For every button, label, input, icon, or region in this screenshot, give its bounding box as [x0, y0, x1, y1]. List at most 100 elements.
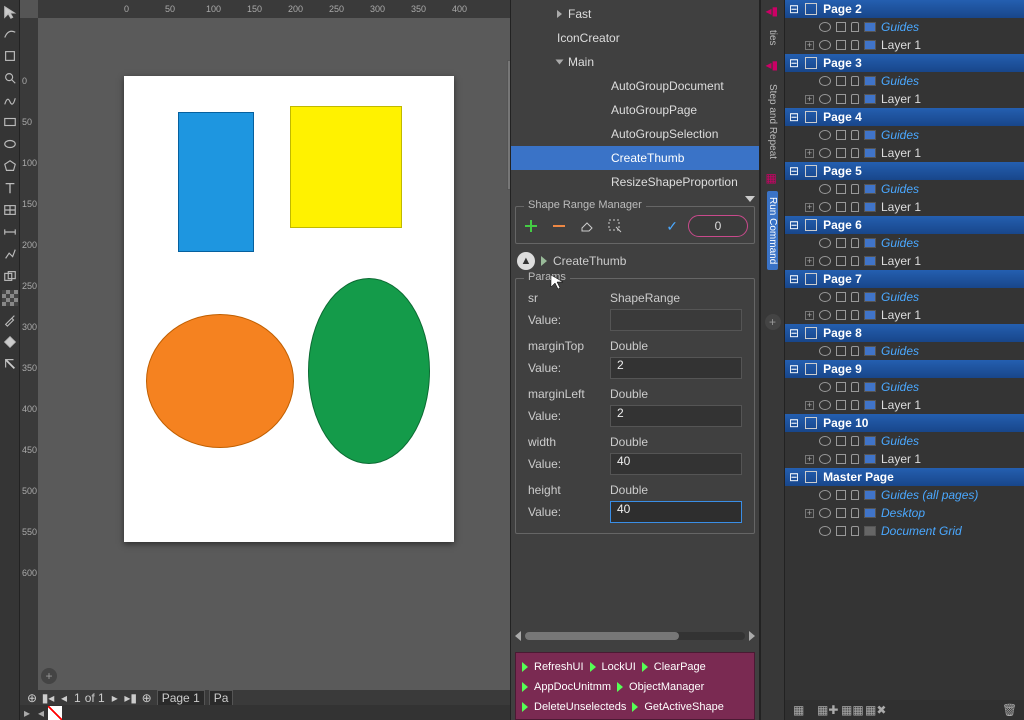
- layer-row[interactable]: +Layer 1: [785, 144, 1024, 162]
- add-page-icon[interactable]: ⊕: [26, 692, 38, 704]
- layer-row[interactable]: Guides: [785, 432, 1024, 450]
- layer-row[interactable]: +Layer 1: [785, 252, 1024, 270]
- prn-icon[interactable]: [836, 40, 846, 50]
- eye-icon[interactable]: [819, 400, 831, 410]
- eye-icon[interactable]: [819, 40, 831, 50]
- layer-color-swatch[interactable]: [864, 454, 876, 464]
- layer-row[interactable]: + Layer 1: [785, 90, 1024, 108]
- tree-item-main[interactable]: Main: [511, 50, 759, 74]
- srm-add-icon[interactable]: [522, 217, 540, 235]
- layer-name[interactable]: Guides: [881, 20, 919, 34]
- tree-item-fast[interactable]: Fast: [511, 2, 759, 26]
- new-master-layer-all-icon[interactable]: ▦▦: [841, 703, 855, 717]
- layer-color-swatch[interactable]: [864, 490, 876, 500]
- layer-color-swatch[interactable]: [864, 382, 876, 392]
- expand-layer-icon[interactable]: +: [805, 203, 814, 212]
- layer-name[interactable]: Layer 1: [881, 146, 921, 160]
- page-header-page-3[interactable]: ⊟Page 3: [785, 54, 1024, 72]
- collapse-icon[interactable]: ⊟: [789, 218, 799, 232]
- layer-name[interactable]: Guides (all pages): [881, 488, 978, 502]
- macro-play-icon[interactable]: [522, 682, 528, 692]
- collapse-icon[interactable]: ⊟: [789, 326, 799, 340]
- layer-row[interactable]: +Layer 1: [785, 306, 1024, 324]
- eye-icon[interactable]: [819, 256, 831, 266]
- eye-icon[interactable]: [819, 184, 831, 194]
- eye-icon[interactable]: [819, 454, 831, 464]
- layer-name[interactable]: Layer 1: [881, 92, 921, 106]
- collapse-icon[interactable]: ⊟: [789, 56, 799, 70]
- layer-name[interactable]: Guides: [881, 290, 919, 304]
- prn-icon[interactable]: [836, 202, 846, 212]
- lock-icon[interactable]: [851, 436, 859, 446]
- crop-tool-icon[interactable]: [2, 48, 18, 64]
- lock-icon[interactable]: [851, 490, 859, 500]
- macro-play-icon[interactable]: [590, 662, 596, 672]
- layer-color-swatch[interactable]: [864, 148, 876, 158]
- shape-rect-blue[interactable]: [178, 112, 254, 252]
- layer-row[interactable]: +Layer 1: [785, 36, 1024, 54]
- layer-color-swatch[interactable]: [864, 238, 876, 248]
- eye-icon[interactable]: [819, 436, 831, 446]
- current-page-tab[interactable]: Page 1: [157, 690, 205, 706]
- prn-icon[interactable]: [836, 508, 846, 518]
- layer-color-swatch[interactable]: [864, 436, 876, 446]
- tree-item-autogrouppage[interactable]: AutoGroupPage: [511, 98, 759, 122]
- collapse-icon[interactable]: ⊟: [789, 362, 799, 376]
- expand-layer-icon[interactable]: +: [805, 95, 814, 104]
- lock-icon[interactable]: [851, 310, 859, 320]
- expand-layer-icon[interactable]: +: [805, 311, 814, 320]
- tree-item-autogroupdocument[interactable]: AutoGroupDocument: [511, 74, 759, 98]
- layer-color-swatch[interactable]: [864, 310, 876, 320]
- page-header-page-7[interactable]: ⊟Page 7: [785, 270, 1024, 288]
- prn-icon[interactable]: [836, 346, 846, 356]
- tree-item-createthumb[interactable]: CreateThumb: [511, 146, 759, 170]
- document-page[interactable]: [124, 76, 454, 542]
- prn-icon[interactable]: [836, 184, 846, 194]
- layer-row[interactable]: Guides: [785, 126, 1024, 144]
- add-docker-tab-button[interactable]: +: [765, 314, 781, 330]
- lock-icon[interactable]: [851, 238, 859, 248]
- macro-deleteunselecteds[interactable]: DeleteUnselecteds: [534, 701, 626, 713]
- layer-color-swatch[interactable]: [864, 526, 876, 536]
- layer-name[interactable]: Guides: [881, 434, 919, 448]
- layer-row[interactable]: Guides: [785, 288, 1024, 306]
- add-page-after-icon[interactable]: ⊕: [141, 692, 153, 704]
- rectangle-tool-icon[interactable]: [2, 114, 18, 130]
- eye-icon[interactable]: [819, 22, 831, 32]
- eye-icon[interactable]: [819, 382, 831, 392]
- eye-icon[interactable]: [819, 292, 831, 302]
- prn-icon[interactable]: [836, 400, 846, 410]
- last-page-icon[interactable]: ▸▮: [125, 692, 137, 704]
- docker-icon[interactable]: ▦: [766, 171, 780, 185]
- expand-layer-icon[interactable]: +: [805, 41, 814, 50]
- layer-row[interactable]: +Desktop: [785, 504, 1024, 522]
- ruler-horizontal[interactable]: 050100150200250300350400: [38, 0, 510, 18]
- freehand-tool-icon[interactable]: [2, 92, 18, 108]
- no-color-swatch[interactable]: [48, 706, 62, 720]
- expand-icon[interactable]: [557, 10, 562, 18]
- lock-icon[interactable]: [851, 94, 859, 104]
- lock-icon[interactable]: [851, 346, 859, 356]
- param-value-input[interactable]: 2: [610, 405, 742, 427]
- lock-icon[interactable]: [851, 256, 859, 266]
- macro-play-icon[interactable]: [617, 682, 623, 692]
- palette-scroll-left-icon[interactable]: ◂: [34, 706, 48, 720]
- scroll-right-icon[interactable]: [749, 631, 755, 641]
- table-tool-icon[interactable]: [2, 202, 18, 218]
- layer-name[interactable]: Layer 1: [881, 398, 921, 412]
- text-tool-icon[interactable]: [2, 180, 18, 196]
- add-docker-button[interactable]: +: [41, 668, 57, 684]
- layer-row[interactable]: Guides (all pages): [785, 486, 1024, 504]
- layer-name[interactable]: Guides: [881, 236, 919, 250]
- layer-name[interactable]: Layer 1: [881, 452, 921, 466]
- layer-row[interactable]: +Layer 1: [785, 450, 1024, 468]
- srm-remove-icon[interactable]: [550, 217, 568, 235]
- lock-icon[interactable]: [851, 454, 859, 464]
- lock-icon[interactable]: [851, 202, 859, 212]
- shape-rect-yellow[interactable]: [290, 106, 402, 228]
- page-header-master-page[interactable]: ⊟Master Page: [785, 468, 1024, 486]
- layer-color-swatch[interactable]: [864, 22, 876, 32]
- layer-color-swatch[interactable]: [864, 76, 876, 86]
- canvas[interactable]: +: [38, 18, 510, 690]
- collapse-icon[interactable]: ⊟: [789, 416, 799, 430]
